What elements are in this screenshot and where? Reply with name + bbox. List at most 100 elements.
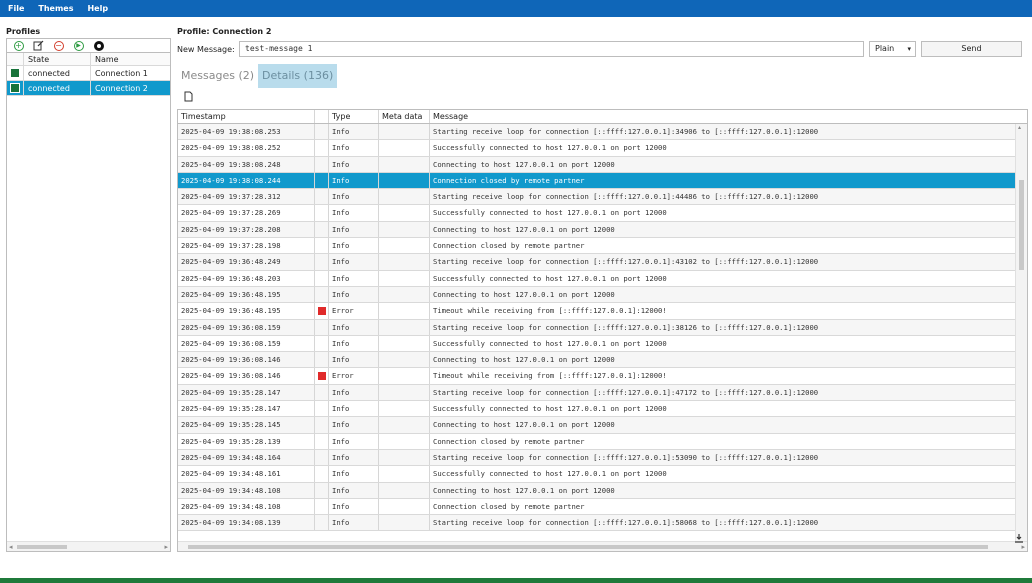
profile-detail-panel: Profile: Connection 2 New Message: test-… xyxy=(177,25,1028,552)
log-row[interactable]: 2025-04-09 19:36:48.203 Info Successfully … xyxy=(178,270,1027,287)
log-row-selected[interactable]: 2025-04-09 19:38:08.244 Info Connection cl… xyxy=(178,172,1027,190)
column-timestamp[interactable]: Timestamp xyxy=(178,110,315,123)
add-icon[interactable]: + xyxy=(13,40,24,51)
log-meta-data xyxy=(379,384,430,401)
log-row[interactable]: 2025-04-09 19:34:48.108 Info Connecting to… xyxy=(178,482,1027,499)
tab-details[interactable]: Details (136) xyxy=(258,64,338,88)
profile-row-selected[interactable]: connected Connection 2 xyxy=(7,81,170,96)
profiles-horizontal-scrollbar[interactable]: ◂ ▸ xyxy=(7,541,170,551)
column-name[interactable]: Name xyxy=(91,53,170,65)
log-level-icon xyxy=(315,156,329,172)
log-row[interactable]: 2025-04-09 19:35:28.145 Info Connecting to… xyxy=(178,417,1027,434)
log-row[interactable]: 2025-04-09 19:36:48.249 Info Starting rece… xyxy=(178,254,1027,271)
log-row[interactable]: 2025-04-09 19:38:08.248 Info Connecting to… xyxy=(178,156,1027,173)
log-timestamp: 2025-04-09 19:36:48.195 xyxy=(178,303,315,319)
profiles-panel: Profiles + − ▶ State Name connected Conn… xyxy=(6,25,171,552)
log-type: Info xyxy=(329,384,379,401)
remove-icon[interactable]: − xyxy=(53,40,64,51)
log-row[interactable]: 2025-04-09 19:37:28.208 Info Connecting to… xyxy=(178,221,1027,239)
log-type: Info xyxy=(329,205,379,221)
copy-icon[interactable] xyxy=(177,91,1028,103)
log-row[interactable]: 2025-04-09 19:36:08.159 Info Starting rece… xyxy=(178,319,1027,336)
log-timestamp: 2025-04-09 19:36:08.146 xyxy=(178,368,315,384)
log-row[interactable]: 2025-04-09 19:36:48.195 Error Timeout whil… xyxy=(178,303,1027,320)
log-row[interactable]: 2025-04-09 19:36:08.146 Info Connecting to… xyxy=(178,352,1027,369)
scroll-left-icon[interactable]: ◂ xyxy=(9,542,13,552)
log-row[interactable]: 2025-04-09 19:37:28.269 Info Successfully … xyxy=(178,205,1027,222)
settings-icon[interactable] xyxy=(93,40,104,51)
send-button[interactable]: Send xyxy=(921,41,1022,57)
log-level-icon xyxy=(315,189,329,205)
log-message: Connection closed by remote partner xyxy=(433,175,585,185)
details-rows: 2025-04-09 19:38:08.253 Info Starting rece… xyxy=(178,124,1027,532)
log-timestamp: 2025-04-09 19:37:28.269 xyxy=(178,205,315,221)
log-row[interactable]: 2025-04-09 19:36:48.195 Info Connecting to… xyxy=(178,286,1027,304)
log-row[interactable]: 2025-04-09 19:37:28.198 Info Connection cl… xyxy=(178,238,1027,255)
profile-name: Connection 1 xyxy=(95,69,148,78)
log-message: Starting receive loop for connection [::… xyxy=(433,387,819,397)
log-row[interactable]: 2025-04-09 19:36:08.159 Info Successfully … xyxy=(178,335,1027,353)
column-state[interactable]: State xyxy=(24,53,91,65)
chevron-down-icon: ▾ xyxy=(907,45,911,53)
log-meta-data xyxy=(379,221,430,238)
log-level-icon xyxy=(315,449,329,466)
log-type: Info xyxy=(329,482,379,498)
log-message: Connecting to host 127.0.0.1 on port 120… xyxy=(433,159,615,169)
log-timestamp: 2025-04-09 19:38:08.248 xyxy=(178,156,315,172)
tab-messages[interactable]: Messages (2) xyxy=(177,64,258,88)
scroll-right-icon[interactable]: ▸ xyxy=(164,542,168,552)
profile-state: connected xyxy=(24,66,91,80)
log-level-icon xyxy=(315,172,329,189)
edit-icon[interactable] xyxy=(33,40,44,51)
log-level-icon xyxy=(315,335,329,352)
log-meta-data xyxy=(379,335,430,352)
message-input[interactable]: test-message 1 xyxy=(239,41,864,57)
menu-file[interactable]: File xyxy=(8,4,24,13)
details-vertical-scrollbar[interactable]: ▴ xyxy=(1015,124,1027,541)
column-message[interactable]: Message xyxy=(430,110,1017,123)
log-timestamp: 2025-04-09 19:38:08.244 xyxy=(178,172,315,189)
column-type[interactable]: Type xyxy=(329,110,379,123)
format-value: Plain xyxy=(875,44,895,53)
log-message: Connecting to host 127.0.0.1 on port 120… xyxy=(433,355,615,365)
log-meta-data xyxy=(379,140,430,156)
tab-bar: Messages (2) Details (136) xyxy=(177,64,1028,88)
column-icon[interactable] xyxy=(315,110,329,123)
log-timestamp: 2025-04-09 19:36:08.159 xyxy=(178,319,315,335)
log-row[interactable]: 2025-04-09 19:38:08.253 Info Starting rece… xyxy=(178,124,1027,141)
format-select[interactable]: Plain ▾ xyxy=(869,41,916,57)
log-level-icon xyxy=(315,466,329,482)
log-row[interactable]: 2025-04-09 19:35:28.139 Info Connection cl… xyxy=(178,433,1027,450)
log-type: Info xyxy=(329,335,379,352)
log-row[interactable]: 2025-04-09 19:36:08.146 Error Timeout whil… xyxy=(178,368,1027,385)
menu-help[interactable]: Help xyxy=(87,4,108,13)
log-meta-data xyxy=(379,124,430,140)
profile-row[interactable]: connected Connection 1 xyxy=(7,66,170,81)
log-row[interactable]: 2025-04-09 19:34:48.161 Info Successfully … xyxy=(178,466,1027,483)
log-type: Info xyxy=(329,140,379,156)
log-row[interactable]: 2025-04-09 19:34:48.164 Info Starting rece… xyxy=(178,449,1027,467)
connect-icon[interactable]: ▶ xyxy=(73,40,84,51)
log-meta-data xyxy=(379,172,430,189)
log-row[interactable]: 2025-04-09 19:35:28.147 Info Starting rece… xyxy=(178,384,1027,402)
log-type: Info xyxy=(329,172,379,189)
log-message: Connecting to host 127.0.0.1 on port 120… xyxy=(433,420,615,430)
profiles-title: Profiles xyxy=(6,27,41,36)
details-horizontal-scrollbar[interactable]: ▸ xyxy=(178,541,1027,551)
log-timestamp: 2025-04-09 19:34:48.164 xyxy=(178,449,315,466)
log-row[interactable]: 2025-04-09 19:34:08.139 Info Starting rece… xyxy=(178,515,1027,532)
log-row[interactable]: 2025-04-09 19:38:08.252 Info Successfully … xyxy=(178,140,1027,157)
menu-themes[interactable]: Themes xyxy=(38,4,73,13)
log-type: Info xyxy=(329,433,379,449)
menu-bar: File Themes Help xyxy=(0,0,1032,17)
download-icon[interactable] xyxy=(1014,533,1024,546)
log-message: Connection closed by remote partner xyxy=(433,436,585,446)
log-message: Connecting to host 127.0.0.1 on port 120… xyxy=(433,289,615,299)
log-row[interactable]: 2025-04-09 19:37:28.312 Info Starting rece… xyxy=(178,189,1027,206)
scroll-up-icon[interactable]: ▴ xyxy=(1018,124,1021,131)
log-message: Successfully connected to host 127.0.0.1… xyxy=(433,338,667,348)
log-message: Starting receive loop for connection [::… xyxy=(433,257,819,267)
log-row[interactable]: 2025-04-09 19:34:48.108 Info Connection cl… xyxy=(178,498,1027,516)
column-meta-data[interactable]: Meta data xyxy=(379,110,430,123)
log-row[interactable]: 2025-04-09 19:35:28.147 Info Successfully … xyxy=(178,401,1027,418)
